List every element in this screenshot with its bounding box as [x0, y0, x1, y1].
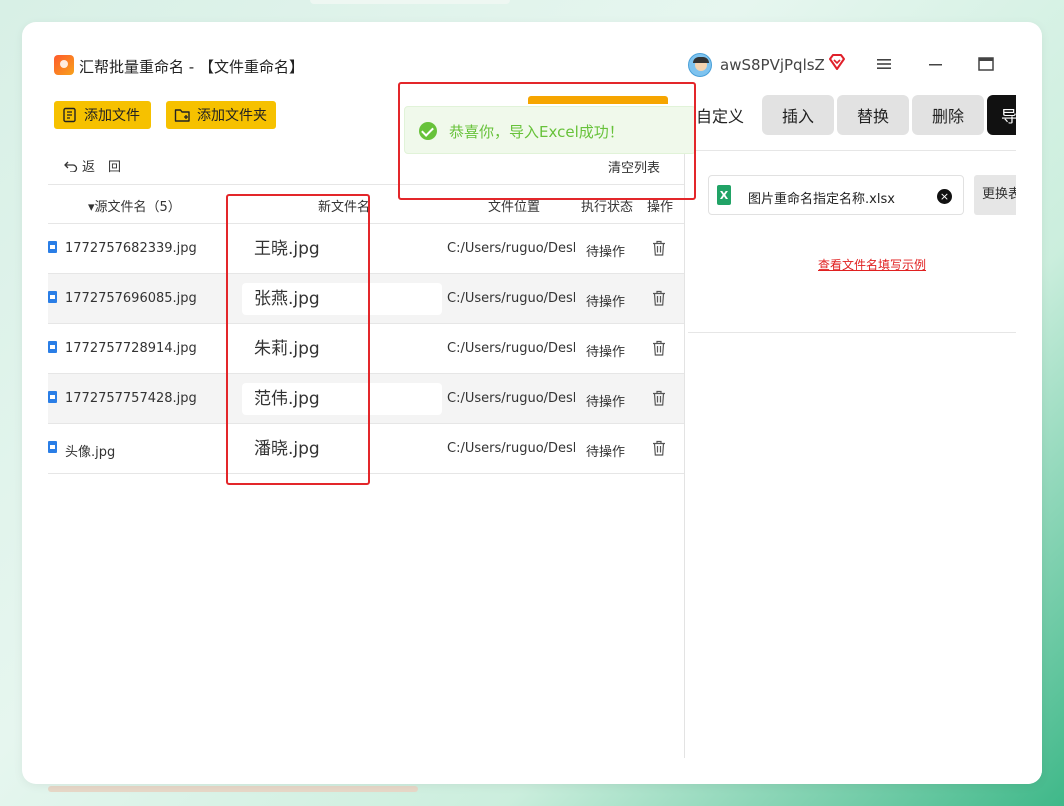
back-label: 返 回 — [82, 160, 122, 175]
file-location: C:/Users/ruguo/Desktop — [447, 291, 575, 306]
image-file-icon — [48, 291, 57, 303]
file-location: C:/Users/ruguo/Desktop — [447, 391, 575, 406]
background-decoration-bottom — [48, 786, 418, 792]
header-source-name[interactable]: ▾源文件名（5） — [88, 196, 181, 215]
table-row[interactable]: 1772757682339.jpg 王晓.jpg C:/Users/ruguo/… — [48, 224, 684, 274]
status-text: 待操作 — [586, 245, 626, 260]
source-name: 1772757682339.jpg — [65, 241, 197, 256]
app-title: 汇帮批量重命名 - 【文件重命名】 — [79, 58, 304, 76]
tab-replace[interactable]: 替换 — [837, 95, 909, 135]
table-row[interactable]: 1772757728914.jpg 朱莉.jpg C:/Users/ruguo/… — [48, 324, 684, 374]
image-file-icon — [48, 241, 57, 253]
minimize-icon[interactable] — [926, 54, 946, 74]
source-name: 1772757728914.jpg — [65, 341, 197, 356]
file-location: C:/Users/ruguo/Desktop — [447, 241, 575, 256]
new-name-field[interactable]: 王晓.jpg — [242, 233, 442, 265]
new-name-field[interactable]: 朱莉.jpg — [242, 333, 442, 365]
add-folder-icon — [174, 109, 190, 122]
excel-icon: X — [717, 185, 731, 205]
clear-list-button[interactable]: 清空列表 — [608, 157, 660, 176]
menu-icon[interactable] — [874, 54, 894, 74]
add-folder-button[interactable]: 添加文件夹 — [166, 101, 276, 129]
add-folder-label: 添加文件夹 — [197, 108, 267, 124]
excel-file-name: 图片重命名指定名称.xlsx — [748, 192, 895, 207]
tab-delete[interactable]: 删除 — [912, 95, 984, 135]
new-name-field[interactable]: 范伟.jpg — [242, 383, 442, 415]
table-row[interactable]: 1772757757428.jpg 范伟.jpg C:/Users/ruguo/… — [48, 374, 684, 424]
app-logo-icon — [54, 55, 74, 75]
header-location: 文件位置 — [488, 200, 541, 215]
right-panel-divider-mid — [688, 332, 1016, 333]
success-toast: 恭喜你，导入Excel成功！ — [404, 106, 696, 154]
maximize-icon[interactable] — [976, 54, 996, 74]
right-panel-divider — [688, 150, 1016, 151]
header-status: 执行状态 — [581, 200, 634, 215]
image-file-icon — [48, 441, 57, 453]
new-name-field[interactable]: 潘晓.jpg — [242, 433, 442, 465]
image-file-icon — [48, 391, 57, 403]
header-operation: 操作 — [647, 200, 674, 215]
source-name: 头像.jpg — [65, 445, 116, 460]
title-bar: 汇帮批量重命名 - 【文件重命名】 awS8PVjPqlsZ — [22, 22, 1016, 86]
avatar[interactable] — [688, 53, 712, 77]
file-location: C:/Users/ruguo/Desktop — [447, 341, 575, 356]
status-text: 待操作 — [586, 345, 626, 360]
table-row[interactable]: 头像.jpg 潘晓.jpg C:/Users/ruguo/Desktop 待操作 — [48, 424, 684, 474]
add-file-label: 添加文件 — [84, 108, 140, 124]
rule-tab-bar: 自定义 插入 替换 删除 导 — [696, 95, 1027, 137]
table-header: ▾源文件名（5） 新文件名 文件位置 执行状态 操作 — [48, 184, 684, 224]
username[interactable]: awS8PVjPqlsZ — [720, 56, 825, 74]
trash-icon[interactable] — [652, 440, 666, 456]
example-link[interactable]: 查看文件名填写示例 — [818, 256, 926, 273]
table-row[interactable]: 1772757696085.jpg 张燕.jpg C:/Users/ruguo/… — [48, 274, 684, 324]
back-button[interactable]: 返 回 — [64, 156, 121, 175]
vip-diamond-icon[interactable] — [828, 53, 846, 71]
panel-divider — [684, 150, 685, 758]
image-file-icon — [48, 341, 57, 353]
trash-icon[interactable] — [652, 390, 666, 406]
header-new-name: 新文件名 — [318, 200, 371, 215]
status-text: 待操作 — [586, 295, 626, 310]
new-name-field[interactable]: 张燕.jpg — [242, 283, 442, 315]
file-location: C:/Users/ruguo/Desktop — [447, 441, 575, 456]
trash-icon[interactable] — [652, 340, 666, 356]
source-name: 1772757696085.jpg — [65, 291, 197, 306]
window-edge — [1016, 46, 1042, 784]
orange-action-button[interactable] — [528, 96, 668, 104]
add-file-button[interactable]: 添加文件 — [54, 101, 151, 129]
trash-icon[interactable] — [652, 240, 666, 256]
back-arrow-icon — [64, 161, 78, 172]
tab-custom[interactable]: 自定义 — [688, 95, 760, 135]
app-window: 汇帮批量重命名 - 【文件重命名】 awS8PVjPqlsZ 添加文件 添加文件… — [22, 22, 1042, 784]
status-text: 待操作 — [586, 395, 626, 410]
success-check-icon — [419, 122, 437, 140]
source-name: 1772757757428.jpg — [65, 391, 197, 406]
tab-insert[interactable]: 插入 — [762, 95, 834, 135]
close-icon[interactable]: × — [937, 189, 952, 204]
excel-file-chip: X 图片重命名指定名称.xlsx × — [708, 175, 964, 215]
status-text: 待操作 — [586, 445, 626, 460]
background-decoration-top — [310, 0, 510, 4]
add-file-icon — [63, 107, 76, 123]
trash-icon[interactable] — [652, 290, 666, 306]
toast-message: 恭喜你，导入Excel成功！ — [449, 123, 624, 141]
